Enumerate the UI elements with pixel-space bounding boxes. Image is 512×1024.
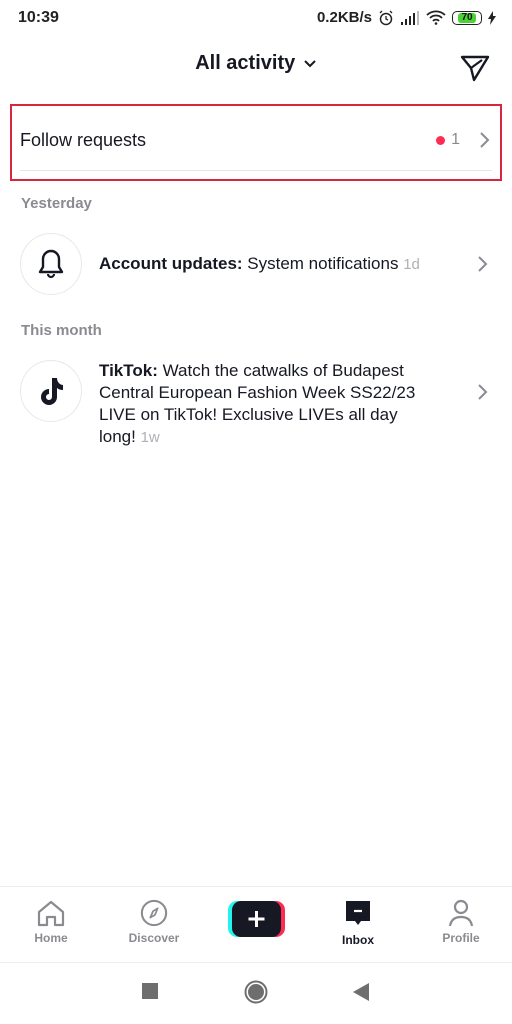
bell-icon (38, 249, 64, 279)
tab-profile[interactable]: Profile (421, 899, 501, 945)
follow-requests-row[interactable]: Follow requests 1 (20, 112, 492, 168)
notification-title: Account updates: (99, 253, 243, 273)
status-time: 10:39 (18, 9, 59, 26)
unread-dot (436, 135, 446, 145)
chevron-right-icon (478, 256, 488, 272)
chevron-down-icon (303, 52, 317, 75)
activity-filter-dropdown[interactable]: All activity (0, 52, 512, 75)
section-label-this-month: This month (21, 322, 102, 339)
wifi-icon (426, 10, 446, 25)
notification-time: 1d (403, 255, 420, 273)
notification-time: 1w (140, 429, 160, 446)
direct-messages-button[interactable] (460, 54, 490, 82)
tab-discover[interactable]: Discover (114, 899, 194, 945)
notification-title: TikTok: (99, 361, 158, 380)
status-bar: 10:39 0.2KB/s 70 (0, 0, 512, 38)
notification-body: System notifications (242, 253, 404, 273)
recents-button[interactable] (142, 983, 158, 1004)
section-label-yesterday: Yesterday (21, 195, 92, 212)
page-title: All activity (195, 52, 296, 74)
back-button[interactable] (353, 983, 369, 1006)
notification-avatar (20, 233, 82, 295)
send-icon (460, 55, 490, 82)
plus-icon (228, 901, 285, 937)
compass-icon (140, 899, 168, 927)
tab-inbox[interactable]: Inbox (318, 899, 398, 947)
square-icon (142, 983, 158, 999)
follow-requests-count: 1 (451, 131, 460, 148)
system-navigation-bar (0, 963, 512, 1024)
home-button[interactable] (244, 980, 268, 1009)
home-icon (37, 900, 65, 927)
chevron-right-icon (478, 384, 488, 400)
signal-icon (400, 10, 420, 25)
battery-icon: 70 (452, 10, 482, 25)
network-speed: 0.2KB/s (316, 9, 372, 26)
alarm-icon (378, 10, 394, 26)
notification-tiktok[interactable]: TikTok: Watch the catwalks of Budapest C… (20, 360, 492, 449)
charging-icon (488, 10, 496, 25)
notification-avatar (20, 360, 82, 422)
tab-home[interactable]: Home (11, 899, 91, 945)
follow-requests-label: Follow requests (20, 129, 147, 150)
notification-account-updates[interactable]: Account updates: System notifications 1d (20, 233, 492, 295)
divider (20, 170, 492, 171)
bottom-tab-bar: Home Discover Inbox Profile (0, 886, 512, 963)
create-button[interactable] (228, 901, 285, 937)
tiktok-logo-icon (41, 378, 63, 405)
circle-icon (244, 980, 268, 1004)
profile-icon (448, 899, 474, 927)
chevron-right-icon (480, 132, 490, 148)
back-triangle-icon (353, 983, 369, 1001)
header: All activity (0, 44, 512, 86)
inbox-icon (346, 901, 370, 925)
